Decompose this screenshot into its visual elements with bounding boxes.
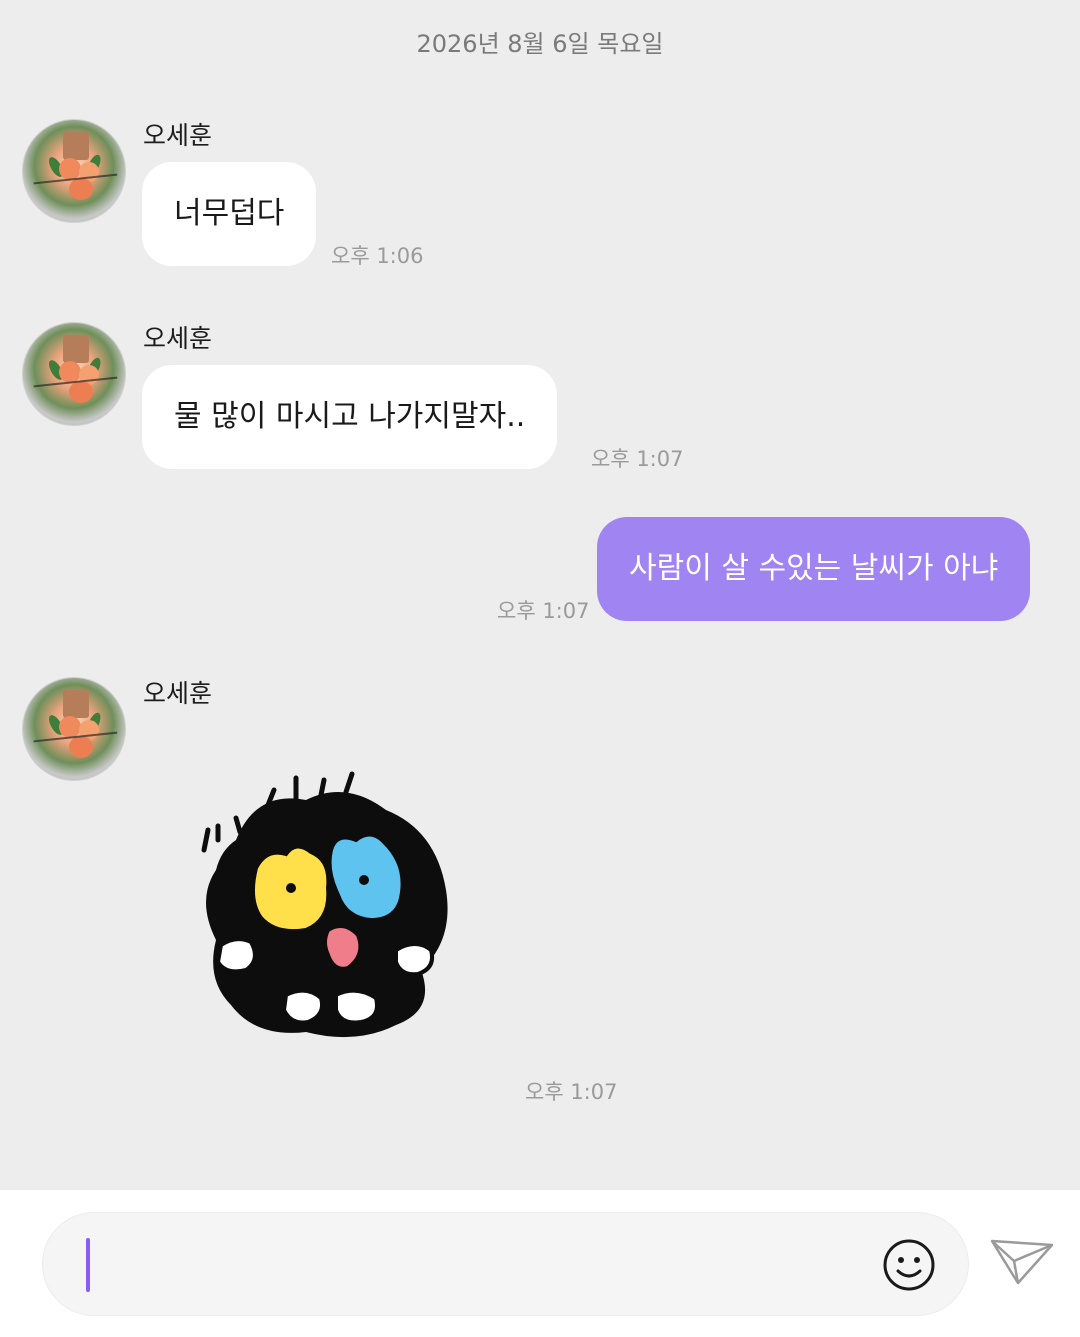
message-bubble[interactable]: 물 많이 마시고 나가지말자..: [142, 365, 558, 469]
date-divider: 2026년 8월 6일 목요일: [416, 30, 664, 58]
message-time: 오후 1:07: [525, 1080, 618, 1104]
text-caret: [86, 1238, 90, 1292]
message-time: 오후 1:06: [331, 244, 424, 268]
sender-name: 오세훈: [143, 121, 213, 150]
my-message-bubble[interactable]: 사람이 살 수있는 날씨가 아냐: [597, 517, 1031, 621]
avatar[interactable]: [22, 119, 126, 223]
sender-name: 오세훈: [143, 324, 213, 353]
message-input[interactable]: [42, 1212, 969, 1316]
sender-name: 오세훈: [143, 679, 213, 708]
message-bubble[interactable]: 너무덥다: [142, 162, 317, 266]
chat-area[interactable]: 2026년 8월 6일 목요일 오세훈 너무덥다 오후 1:06 오세훈 물 많…: [0, 0, 1080, 1190]
message-time: 오후 1:07: [591, 447, 684, 471]
message-input-bar: [0, 1190, 1080, 1337]
avatar[interactable]: [22, 322, 126, 426]
smiley-icon[interactable]: [881, 1237, 937, 1293]
paper-plane-icon[interactable]: [988, 1235, 1056, 1287]
avatar[interactable]: [22, 677, 126, 781]
message-time: 오후 1:07: [497, 599, 590, 623]
screaming-blob-sticker[interactable]: [196, 770, 456, 1045]
